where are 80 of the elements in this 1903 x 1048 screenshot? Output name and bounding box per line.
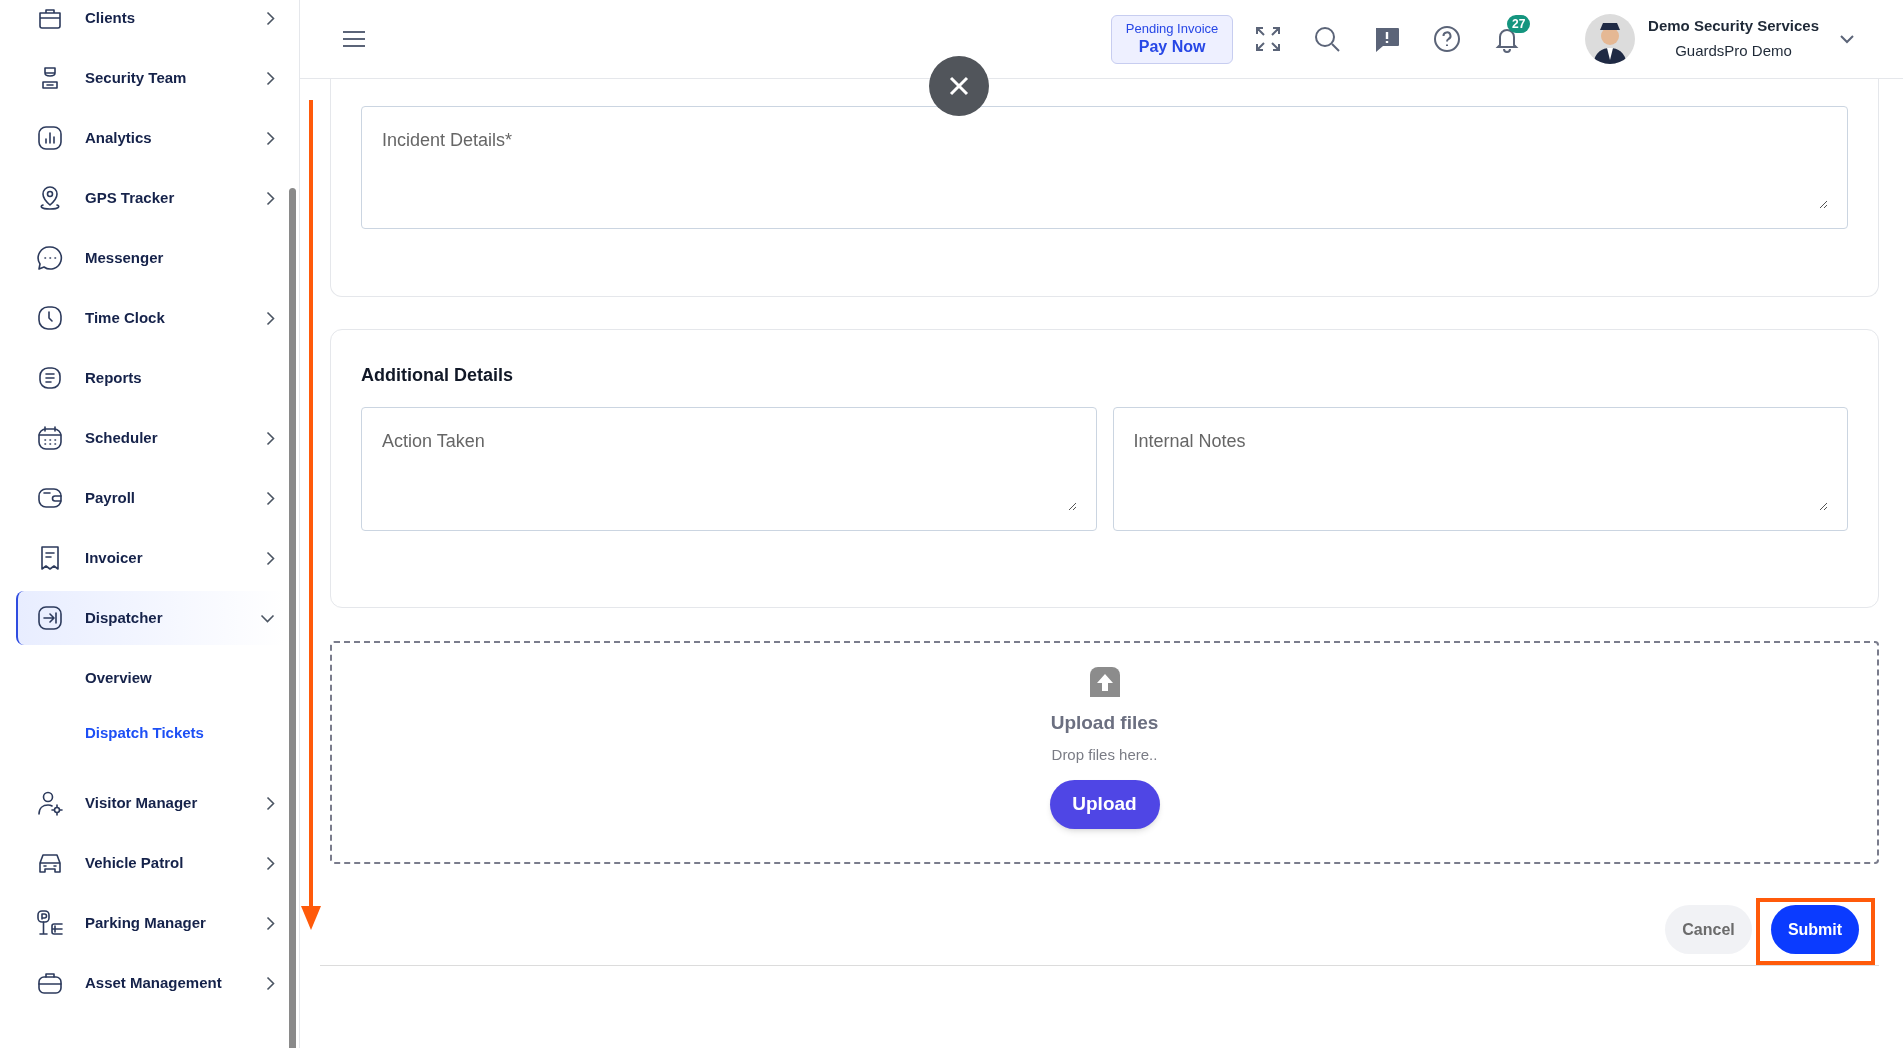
sidebar-item[interactable]: Payroll bbox=[16, 471, 285, 525]
sidebar-label: Clients bbox=[85, 7, 136, 28]
sidebar-item[interactable]: Invoicer bbox=[16, 531, 285, 585]
scrollbar[interactable] bbox=[289, 188, 296, 1048]
sidebar-label: Payroll bbox=[85, 487, 137, 508]
company-name: GuardsPro Demo bbox=[1675, 42, 1792, 61]
dispatch-icon bbox=[36, 604, 64, 632]
help-icon[interactable] bbox=[1433, 25, 1462, 53]
resize-handle-icon[interactable] bbox=[1819, 502, 1828, 511]
chevron-down-icon[interactable] bbox=[1839, 34, 1855, 44]
upload-hint: Drop files here.. bbox=[1051, 744, 1158, 765]
submenu-item[interactable]: Overview bbox=[85, 651, 285, 706]
chevron-right-icon bbox=[266, 975, 275, 991]
pending-invoice-button[interactable]: Pending Invoice Pay Now bbox=[1111, 14, 1234, 64]
chevron-right-icon bbox=[266, 310, 275, 326]
avatar[interactable] bbox=[1585, 14, 1636, 64]
chevron-right-icon bbox=[266, 430, 275, 446]
sidebar-label: Visitor Manager bbox=[85, 792, 199, 813]
sidebar-label: Time Clock bbox=[85, 307, 166, 328]
parking-icon bbox=[36, 909, 64, 937]
text-area-field[interactable]: Action Taken bbox=[361, 407, 1097, 531]
sidebar-item[interactable]: GPS Tracker bbox=[16, 171, 285, 225]
upload-title: Upload files bbox=[1050, 711, 1159, 735]
user-name: Demo Security Services bbox=[1648, 17, 1819, 36]
text-area-field[interactable]: Internal Notes bbox=[1112, 407, 1848, 531]
chevron-right-icon bbox=[266, 915, 275, 931]
sidebar-item[interactable]: Clients bbox=[16, 0, 285, 45]
sidebar-item[interactable]: Scheduler bbox=[16, 411, 285, 465]
resize-handle-icon[interactable] bbox=[1819, 200, 1828, 209]
cancel-button[interactable]: Cancel bbox=[1665, 905, 1752, 954]
section-title: Additional Details bbox=[361, 364, 514, 386]
calendar-icon bbox=[36, 424, 64, 452]
resize-handle-icon[interactable] bbox=[1067, 502, 1077, 511]
menu-icon[interactable] bbox=[342, 30, 366, 48]
feedback-icon[interactable] bbox=[1373, 25, 1402, 53]
chevron-down-icon bbox=[260, 613, 275, 623]
document-icon bbox=[36, 364, 64, 392]
submit-button[interactable]: Submit bbox=[1771, 905, 1859, 954]
upload-button[interactable]: Upload bbox=[1049, 780, 1160, 829]
text-area-field[interactable]: Incident Details* bbox=[361, 106, 1848, 229]
search-icon[interactable] bbox=[1313, 25, 1342, 53]
chevron-right-icon bbox=[266, 130, 275, 146]
sidebar-item[interactable]: Time Clock bbox=[16, 291, 285, 345]
chevron-right-icon bbox=[266, 70, 275, 86]
close-icon bbox=[949, 76, 969, 96]
sidebar-item[interactable]: Visitor Manager bbox=[16, 776, 285, 830]
user-settings-icon bbox=[36, 789, 64, 817]
sidebar-label: Scheduler bbox=[85, 427, 159, 448]
fullscreen-icon[interactable] bbox=[1255, 26, 1282, 52]
sidebar-item[interactable]: Analytics bbox=[16, 111, 285, 165]
submenu-item[interactable]: Dispatch Tickets bbox=[85, 706, 285, 761]
sidebar-label: Security Team bbox=[85, 67, 188, 88]
sidebar-label: Parking Manager bbox=[85, 912, 207, 933]
chevron-right-icon bbox=[266, 795, 275, 811]
sidebar-label: Messenger bbox=[85, 247, 165, 268]
sidebar-label: Reports bbox=[85, 367, 143, 388]
chevron-right-icon bbox=[266, 550, 275, 566]
chevron-right-icon bbox=[266, 10, 275, 26]
sidebar-item[interactable]: Security Team bbox=[16, 51, 285, 105]
chevron-right-icon bbox=[266, 855, 275, 871]
notification-badge: 27 bbox=[1507, 15, 1531, 33]
chevron-right-icon bbox=[266, 490, 275, 506]
sidebar-item[interactable]: Vehicle Patrol bbox=[16, 836, 285, 890]
sidebar-label: GPS Tracker bbox=[85, 187, 176, 208]
sidebar-label: Asset Management bbox=[85, 972, 223, 993]
sidebar-label: Dispatcher bbox=[85, 607, 164, 628]
upload-icon bbox=[1089, 667, 1120, 697]
bar-chart-icon bbox=[36, 124, 64, 152]
sidebar-item[interactable]: Reports bbox=[16, 351, 285, 405]
close-button[interactable] bbox=[929, 56, 989, 116]
sidebar-label: Invoicer bbox=[85, 547, 144, 568]
upload-dropzone[interactable]: Upload files Drop files here.. Upload bbox=[330, 641, 1879, 864]
chat-bubble-icon bbox=[36, 244, 64, 272]
sidebar-item[interactable]: Asset Management bbox=[16, 956, 285, 1010]
chevron-right-icon bbox=[266, 190, 275, 206]
sidebar-label: Analytics bbox=[85, 127, 153, 148]
clock-icon bbox=[36, 304, 64, 332]
sidebar-item[interactable]: Parking Manager bbox=[16, 896, 285, 950]
sidebar-item[interactable]: Messenger bbox=[16, 231, 285, 285]
sidebar-label: Vehicle Patrol bbox=[85, 852, 185, 873]
